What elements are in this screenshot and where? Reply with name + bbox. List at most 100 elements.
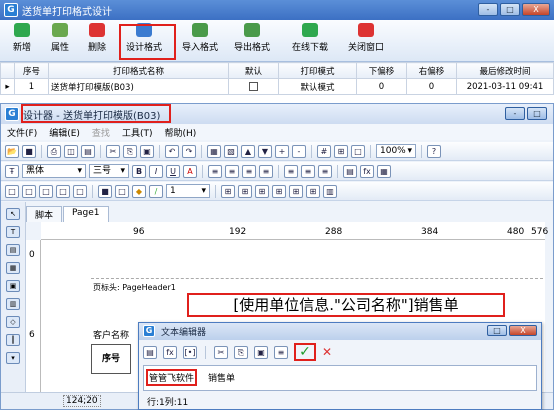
fx-icon[interactable]: fx	[360, 164, 374, 178]
bold-icon[interactable]: B	[132, 164, 146, 178]
delete-page-icon[interactable]: -	[292, 144, 306, 158]
page-header-band[interactable]: 页标头: PageHeader1 [使用单位信息."公司名称"]销售单	[91, 278, 543, 320]
page-setup-icon[interactable]: ▤	[81, 144, 95, 158]
align-center-icon[interactable]: ≡	[225, 164, 239, 178]
arrange5-icon[interactable]: ⊞	[289, 184, 303, 198]
grid-icon[interactable]: #	[317, 144, 331, 158]
frame-right-icon[interactable]: □	[39, 184, 53, 198]
tab-script[interactable]: 脚本	[26, 206, 63, 222]
toolbar-button[interactable]: 在线下载	[290, 23, 330, 53]
send-back-icon[interactable]: ▼	[258, 144, 272, 158]
frame-clear-icon[interactable]: □	[115, 184, 129, 198]
tab-page1[interactable]: Page1	[63, 206, 109, 222]
align-left-icon[interactable]: ≡	[208, 164, 222, 178]
table-tool-icon[interactable]: ▦	[6, 262, 20, 274]
underline-icon[interactable]: U	[166, 164, 180, 178]
close-button[interactable]: X	[522, 3, 550, 16]
col-header-name[interactable]: 打印格式名称	[48, 62, 229, 79]
paste-icon[interactable]: ▣	[254, 345, 268, 359]
cell-default[interactable]	[228, 78, 279, 95]
editor-close-button[interactable]: X	[509, 325, 537, 336]
arrange2-icon[interactable]: ⊞	[238, 184, 252, 198]
font-name-select[interactable]: 黑体 ▾	[22, 164, 86, 178]
align-justify-icon[interactable]: ≡	[259, 164, 273, 178]
text-editor-input[interactable]: 管管飞软件 销售单	[143, 365, 537, 391]
toolbar-button[interactable]: 导出格式	[232, 23, 272, 53]
arrange-icon[interactable]: ⊞	[221, 184, 235, 198]
designer-maximize-button[interactable]: □	[527, 107, 547, 120]
minimize-button[interactable]: -	[478, 3, 498, 16]
toolbar-button[interactable]: 导入格式	[180, 23, 220, 53]
font-size-select[interactable]: 三号 ▾	[89, 164, 129, 178]
arrange4-icon[interactable]: ⊞	[272, 184, 286, 198]
print-icon[interactable]: ⎙	[47, 144, 61, 158]
menu-tools[interactable]: 工具(T)	[116, 126, 159, 139]
cancel-button[interactable]: ✕	[322, 345, 332, 359]
col-header-mode[interactable]: 打印模式	[278, 62, 357, 79]
scroll-down-icon[interactable]: ▾	[6, 352, 20, 364]
band-tool-icon[interactable]: ▤	[6, 244, 20, 256]
copy-icon[interactable]: ⎘	[123, 144, 137, 158]
pointer-icon[interactable]: ↖	[6, 208, 20, 220]
line-color-icon[interactable]: /	[149, 184, 163, 198]
text-tool-icon[interactable]: T	[6, 226, 20, 238]
col-header-right[interactable]: 右偏移	[406, 62, 457, 79]
copy-icon[interactable]: ⎘	[234, 345, 248, 359]
col-header-default[interactable]: 默认	[228, 62, 279, 79]
editor-restore-button[interactable]: □	[487, 325, 507, 336]
undo-icon[interactable]: ↶	[165, 144, 179, 158]
fit-icon[interactable]: □	[351, 144, 365, 158]
bring-front-icon[interactable]: ▲	[241, 144, 255, 158]
insert-var-icon[interactable]: [•]	[183, 345, 197, 359]
save-icon[interactable]: ■	[22, 144, 36, 158]
arrange6-icon[interactable]: ⊞	[306, 184, 320, 198]
ungroup-icon[interactable]: ▧	[224, 144, 238, 158]
toolbar-button[interactable]: 删除	[77, 23, 117, 53]
help-icon[interactable]: ?	[427, 144, 441, 158]
preview-icon[interactable]: ◫	[64, 144, 78, 158]
menu-help[interactable]: 帮助(H)	[158, 126, 202, 139]
customer-label[interactable]: 客户名称	[93, 328, 129, 341]
fx-icon[interactable]: fx	[163, 345, 177, 359]
toolbar-button[interactable]: 新增	[2, 23, 42, 53]
italic-icon[interactable]: I	[149, 164, 163, 178]
valign-middle-icon[interactable]: ≡	[301, 164, 315, 178]
valign-top-icon[interactable]: ≡	[284, 164, 298, 178]
sub-report-icon[interactable]: ▥	[6, 298, 20, 310]
col-header-down[interactable]: 下偏移	[356, 62, 407, 79]
index-column-cell[interactable]: 序号	[91, 344, 131, 374]
toolbar-button[interactable]: 关闭窗口	[346, 23, 386, 53]
confirm-button[interactable]: ✓	[294, 343, 316, 361]
open-icon[interactable]: 📂	[5, 144, 19, 158]
cut-icon[interactable]: ✂	[214, 345, 228, 359]
toolbar-button[interactable]: 属性	[40, 23, 80, 53]
grid-icon[interactable]: ▦	[377, 164, 391, 178]
header-text-box[interactable]: [使用单位信息."公司名称"]销售单	[187, 293, 505, 317]
cut-icon[interactable]: ✂	[106, 144, 120, 158]
col-header-index[interactable]: 序号	[14, 62, 49, 79]
insert-field-icon[interactable]: ▤	[143, 345, 157, 359]
frame-top-icon[interactable]: □	[56, 184, 70, 198]
menu-file[interactable]: 文件(F)	[1, 126, 43, 139]
shape-tool-icon[interactable]: ◇	[6, 316, 20, 328]
snap-icon[interactable]: ⊞	[334, 144, 348, 158]
barcode-tool-icon[interactable]: ║	[6, 334, 20, 346]
menu-edit[interactable]: 编辑(E)	[43, 126, 86, 139]
chart-icon[interactable]: ▥	[323, 184, 337, 198]
new-page-icon[interactable]: +	[275, 144, 289, 158]
frame-none-icon[interactable]: □	[5, 184, 19, 198]
group-icon[interactable]: ▦	[207, 144, 221, 158]
font-color-icon[interactable]: A	[183, 164, 197, 178]
redo-icon[interactable]: ↷	[182, 144, 196, 158]
align-right-icon[interactable]: ≡	[242, 164, 256, 178]
default-checkbox[interactable]	[249, 81, 258, 91]
fill-color-icon[interactable]: ◆	[132, 184, 146, 198]
frame-bottom-icon[interactable]: □	[73, 184, 87, 198]
table-row[interactable]: ▸ 1 送货单打印模版(B03) 默认模式 0 0 2021-03-11 09:…	[0, 78, 554, 95]
image-tool-icon[interactable]: ▣	[6, 280, 20, 292]
frame-all-icon[interactable]: ■	[98, 184, 112, 198]
valign-bottom-icon[interactable]: ≡	[318, 164, 332, 178]
frame-left-icon[interactable]: □	[22, 184, 36, 198]
wordwrap-icon[interactable]: ≡	[274, 345, 288, 359]
highlight-icon[interactable]: ▤	[343, 164, 357, 178]
